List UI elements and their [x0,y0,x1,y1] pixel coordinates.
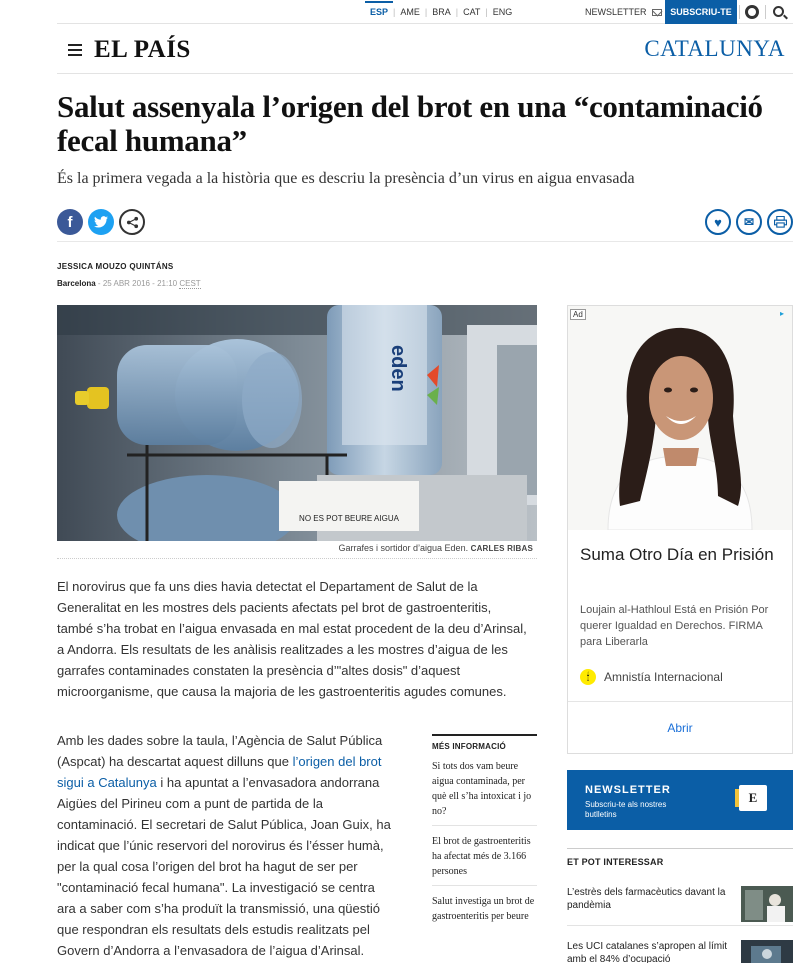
ad-label: Ad [570,309,586,320]
more-info-link[interactable]: Si tots dos vam beure aigua contaminada,… [432,751,537,826]
related-article-thumbnail[interactable] [741,940,793,963]
advertisement[interactable]: Ad ▸ Suma Otro Día en Prisión Loujain al… [567,305,793,754]
twitter-share-icon[interactable] [88,209,114,235]
ad-open-button[interactable]: Abrir [568,702,792,754]
article-date: 25 ABR 2016 - 21:10 [102,279,178,288]
ad-image[interactable] [568,306,792,530]
search-icon[interactable] [773,6,784,17]
subscribe-button[interactable]: SUBSCRIU-TE [665,0,737,24]
more-info-title: MÉS INFORMACIÓ [432,734,537,751]
related-title: ET POT INTERESSAR [567,848,793,867]
newsletter-envelope-icon: E [735,785,767,811]
ad-sponsor[interactable]: 🕯 Amnistía Internacional [580,669,723,685]
ad-description[interactable]: Loujain al-Hathloul Está en Prisión Por … [580,602,785,650]
user-account-icon[interactable] [745,5,759,19]
more-info-link[interactable]: Salut investiga un brot de gastroenterit… [432,886,537,926]
photo-caption: Garrafes i sortidor d’aigua Eden. CARLES… [57,541,537,559]
article-paragraph: Amb les dades sobre la taula, l’Agència … [57,730,397,961]
article-timezone: CEST [179,279,201,289]
edition-ame[interactable]: AME [395,7,425,17]
newsletter-link[interactable]: NEWSLETTER [585,0,662,24]
site-logo[interactable]: EL PAÍS [94,36,191,64]
more-info-box: MÉS INFORMACIÓ Si tots dos vam beure aig… [432,734,537,926]
related-article-title[interactable]: L’estrès dels farmacèutics davant la pan… [567,886,732,912]
related-article-title[interactable]: Les UCI catalanes s’apropen al límit amb… [567,940,732,963]
newsletter-promo[interactable]: NEWSLETTER Subscriu-te als nostres butll… [567,770,793,830]
newsletter-promo-title: NEWSLETTER [585,784,671,796]
article-location: Barcelona [57,279,96,288]
top-bar: ESP | AME | BRA | CAT | ENG NEWSLETTER SUBSC… [57,0,793,24]
divider [739,5,740,19]
mail-icon [651,8,662,16]
print-icon[interactable] [767,209,793,235]
share-bar: f ♥ ✉ [57,206,793,242]
site-header: EL PAÍS CATALUNYA [57,26,793,74]
heart-icon[interactable]: ♥ [705,209,731,235]
caption-credit: CARLES RIBAS [470,544,533,553]
newsletter-icon-letter: E [748,790,758,805]
related-article[interactable]: Les UCI catalanes s’apropen al límit amb… [567,940,793,963]
more-info-link[interactable]: El brot de gastroenteritis ha afectat mé… [432,826,537,886]
email-share-icon[interactable]: ✉ [736,209,762,235]
edition-cat[interactable]: CAT [458,7,485,17]
caption-text: Garrafes i sortidor d’aigua Eden. [338,543,469,553]
photo-sign-text: NO ES POT BEURE AIGUA [299,514,400,523]
edition-esp[interactable]: ESP [365,1,394,17]
share-icon[interactable] [119,209,145,235]
facebook-share-icon[interactable]: f [57,209,83,235]
article-dateline: Barcelona - 25 ABR 2016 - 21:10 CEST [57,279,201,289]
ad-title[interactable]: Suma Otro Día en Prisión [580,542,780,567]
edition-bra[interactable]: BRA [427,7,456,17]
newsletter-promo-text: Subscriu-te als nostres butlletins [585,800,667,819]
article-author[interactable]: JESSICA MOUZO QUINTÁNS [57,262,174,271]
article-paragraph: El norovirus que fa uns dies havia detec… [57,579,527,699]
adchoices-icon[interactable]: ▸ [780,309,790,319]
paragraph-text: i ha apuntat a l’envasadora andorrana Ai… [57,775,391,958]
related-article[interactable]: L’estrès dels farmacèutics davant la pan… [567,886,793,926]
bottle-brand: eden [387,345,409,392]
related-article-thumbnail[interactable] [741,886,793,922]
edition-selector: ESP | AME | BRA | CAT | ENG [365,0,517,24]
edition-eng[interactable]: ENG [488,7,518,17]
ad-sponsor-name: Amnistía Internacional [604,670,723,684]
divider [765,5,766,19]
article-subheadline: És la primera vegada a la història que e… [57,170,635,187]
article-photo[interactable]: eden NO ES POT BEURE AIGUA [57,305,537,541]
menu-icon[interactable] [68,44,82,56]
section-title[interactable]: CATALUNYA [644,36,785,62]
candle-icon: 🕯 [580,669,596,685]
article-headline: Salut assenyala l’origen del brot en una… [57,89,763,158]
newsletter-link-label: NEWSLETTER [585,7,647,17]
